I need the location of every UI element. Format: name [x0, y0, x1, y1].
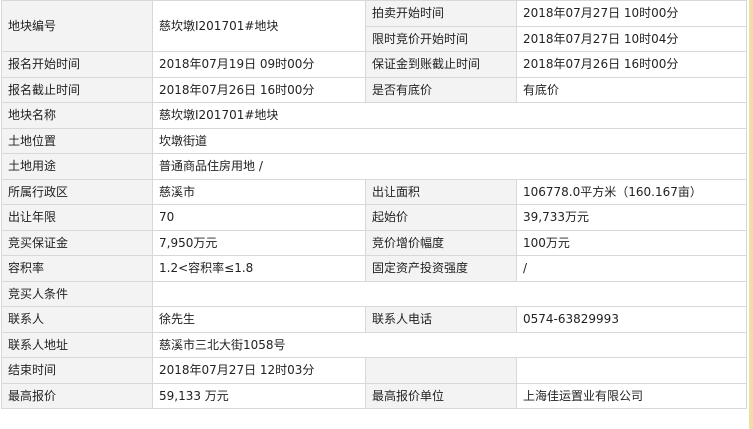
bid-deposit-value: 7,950万元 [152, 229, 366, 256]
table-row: 出让年限 70 起始价 39,733万元 [1, 204, 747, 231]
deposit-deadline-label: 保证金到账截止时间 [365, 51, 517, 78]
investment-label: 固定资产投资强度 [365, 255, 517, 282]
parcel-info-sheet: 地块编号 慈坎墩I201701#地块 拍卖开始时间 2018年07月27日 10… [0, 0, 753, 429]
table-row: 竞买保证金 7,950万元 竞价增价幅度 100万元 [1, 229, 747, 256]
top-bidder-label: 最高报价单位 [365, 382, 517, 409]
location-value: 坎墩街道 [152, 127, 747, 154]
contact-label: 联系人 [1, 306, 153, 333]
start-price-value: 39,733万元 [516, 204, 747, 231]
reg-start-label: 报名开始时间 [1, 51, 153, 78]
increment-value: 100万元 [516, 229, 747, 256]
conditions-label: 竞买人条件 [1, 280, 153, 307]
table-row: 地块名称 慈坎墩I201701#地块 [1, 102, 747, 129]
contact-value: 徐先生 [152, 306, 366, 333]
reserve-label: 是否有底价 [365, 76, 517, 103]
limit-bid-start-label: 限时竞价开始时间 [365, 25, 517, 52]
table-row: 联系人 徐先生 联系人电话 0574-63829993 [1, 306, 747, 333]
far-value: 1.2<容积率≤1.8 [152, 255, 366, 282]
land-use-label: 土地用途 [1, 153, 153, 180]
start-price-label: 起始价 [365, 204, 517, 231]
bid-deposit-label: 竞买保证金 [1, 229, 153, 256]
phone-value: 0574-63829993 [516, 306, 747, 333]
table-row: 土地用途 普通商品住房用地 / [1, 153, 747, 180]
table-row: 联系人地址 慈溪市三北大街1058号 [1, 331, 747, 358]
table-row: 地块编号 慈坎墩I201701#地块 拍卖开始时间 2018年07月27日 10… [1, 0, 747, 52]
deposit-deadline-value: 2018年07月26日 16时00分 [516, 51, 747, 78]
table-row: 最高报价 59,133 万元 最高报价单位 上海佳运置业有限公司 [1, 382, 747, 409]
table-row: 土地位置 坎墩街道 [1, 127, 747, 154]
table-row: 容积率 1.2<容积率≤1.8 固定资产投资强度 / [1, 255, 747, 282]
reg-start-value: 2018年07月19日 09时00分 [152, 51, 366, 78]
table-row: 结束时间 2018年07月27日 12时03分 [1, 357, 747, 384]
table-row: 报名开始时间 2018年07月19日 09时00分 保证金到账截止时间 2018… [1, 51, 747, 78]
end-time-blank-cell [365, 357, 517, 384]
reg-end-label: 报名截止时间 [1, 76, 153, 103]
limit-bid-start-value: 2018年07月27日 10时04分 [516, 25, 747, 52]
district-label: 所属行政区 [1, 178, 153, 205]
table-row: 竞买人条件 [1, 280, 747, 307]
address-value: 慈溪市三北大街1058号 [152, 331, 747, 358]
term-label: 出让年限 [1, 204, 153, 231]
area-value: 106778.0平方米（160.167亩） [516, 178, 747, 205]
top-bid-value: 59,133 万元 [152, 382, 366, 409]
parcel-no-value: 慈坎墩I201701#地块 [152, 0, 366, 52]
auction-start-label: 拍卖开始时间 [365, 0, 517, 27]
term-value: 70 [152, 204, 366, 231]
parcel-info-table: 地块编号 慈坎墩I201701#地块 拍卖开始时间 2018年07月27日 10… [1, 0, 747, 409]
parcel-name-label: 地块名称 [1, 102, 153, 129]
reg-end-value: 2018年07月26日 16时00分 [152, 76, 366, 103]
end-time-value: 2018年07月27日 12时03分 [152, 357, 366, 384]
conditions-value [152, 280, 747, 307]
district-value: 慈溪市 [152, 178, 366, 205]
land-use-value: 普通商品住房用地 / [152, 153, 747, 180]
location-label: 土地位置 [1, 127, 153, 154]
end-time-label: 结束时间 [1, 357, 153, 384]
auction-start-value: 2018年07月27日 10时00分 [516, 0, 747, 27]
address-label: 联系人地址 [1, 331, 153, 358]
end-time-blank-value [516, 357, 747, 384]
table-row: 报名截止时间 2018年07月26日 16时00分 是否有底价 有底价 [1, 76, 747, 103]
area-label: 出让面积 [365, 178, 517, 205]
investment-value: / [516, 255, 747, 282]
table-row: 所属行政区 慈溪市 出让面积 106778.0平方米（160.167亩） [1, 178, 747, 205]
reserve-value: 有底价 [516, 76, 747, 103]
top-bidder-value: 上海佳运置业有限公司 [516, 382, 747, 409]
phone-label: 联系人电话 [365, 306, 517, 333]
increment-label: 竞价增价幅度 [365, 229, 517, 256]
parcel-name-value: 慈坎墩I201701#地块 [152, 102, 747, 129]
top-bid-label: 最高报价 [1, 382, 153, 409]
far-label: 容积率 [1, 255, 153, 282]
parcel-no-label: 地块编号 [1, 0, 153, 52]
